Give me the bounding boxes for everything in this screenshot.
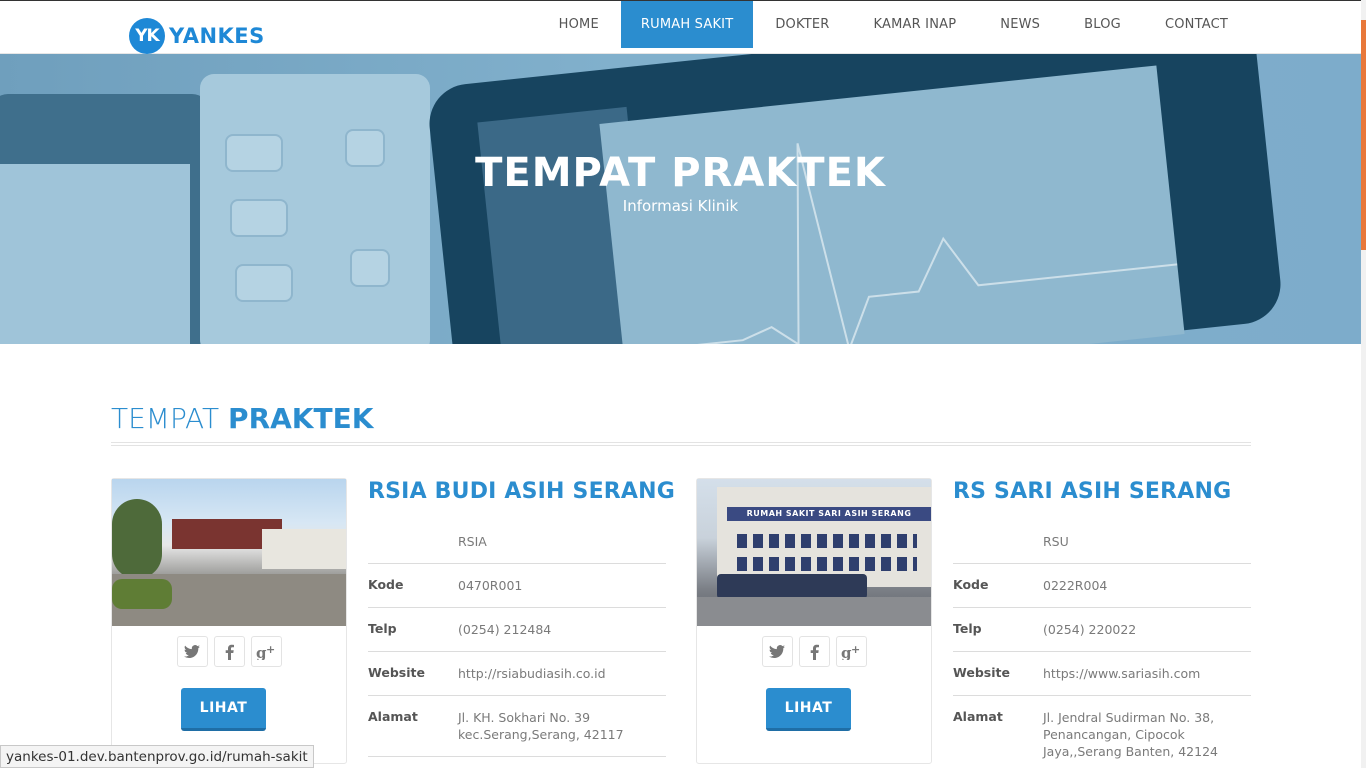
logo-text: YANKES — [169, 24, 265, 48]
scrollbar-thumb[interactable] — [1361, 20, 1366, 250]
twitter-icon[interactable] — [761, 636, 793, 667]
website-value: http://rsiabudiasih.co.id — [458, 666, 606, 681]
detail-row-telp: Telp (0254) 212484 — [368, 608, 666, 652]
website-label: Website — [953, 665, 1010, 680]
kode-value: 0222R004 — [1043, 578, 1108, 593]
svg-text:+: + — [851, 644, 860, 656]
hero-monitor-illustration — [0, 94, 210, 344]
website-label: Website — [368, 665, 425, 680]
site-logo[interactable]: YK YANKES — [129, 18, 265, 54]
hospital-card-1: g + LIHAT — [111, 478, 347, 764]
hero-title: TEMPAT PRAKTEK — [475, 150, 886, 196]
nav-kamar-inap[interactable]: KAMAR INAP — [852, 1, 979, 48]
hospital-type: RSU — [1043, 534, 1069, 549]
hospital-photo[interactable]: RUMAH SAKIT SARI ASIH SERANG — [697, 479, 931, 626]
hospital-type: RSIA — [458, 534, 487, 549]
nav-blog[interactable]: BLOG — [1062, 1, 1143, 48]
detail-row-type: RSIA — [368, 520, 666, 564]
nav-home[interactable]: HOME — [537, 1, 621, 48]
website-value: https://www.sariasih.com — [1043, 666, 1201, 681]
section-title-light: TEMPAT — [111, 402, 220, 435]
nav-news[interactable]: NEWS — [978, 1, 1062, 48]
detail-row-website: Website http://rsiabudiasih.co.id — [368, 652, 666, 696]
social-links: g + — [112, 636, 346, 667]
hospital-details: RSIA Kode 0470R001 Telp (0254) 212484 We… — [368, 520, 666, 757]
hospital-name[interactable]: RS SARI ASIH SERANG — [953, 476, 1251, 516]
hospital-card-2: RUMAH SAKIT SARI ASIH SERANG g + LIHAT — [696, 478, 932, 764]
detail-row-kode: Kode 0222R004 — [953, 564, 1251, 608]
detail-row-alamat: Alamat Jl. KH. Sokhari No. 39 kec.Serang… — [368, 696, 666, 757]
section-title: TEMPAT PRAKTEK — [111, 402, 373, 435]
telp-value: (0254) 212484 — [458, 622, 552, 637]
detail-row-kode: Kode 0470R001 — [368, 564, 666, 608]
hospital-name[interactable]: RSIA BUDI ASIH SERANG — [368, 476, 675, 516]
google-plus-icon[interactable]: g + — [835, 636, 867, 667]
main-nav: HOME RUMAH SAKIT DOKTER KAMAR INAP NEWS … — [537, 1, 1250, 48]
hospital-photo[interactable] — [112, 479, 346, 626]
telp-value: (0254) 220022 — [1043, 622, 1137, 637]
logo-badge: YK — [129, 18, 165, 54]
hospital-details: RSU Kode 0222R004 Telp (0254) 220022 Web… — [953, 520, 1251, 768]
hero-banner: TEMPAT PRAKTEK Informasi Klinik — [0, 54, 1361, 344]
page-scrollbar[interactable] — [1361, 0, 1366, 768]
svg-text:+: + — [266, 644, 275, 656]
section-divider — [111, 442, 1251, 446]
alamat-label: Alamat — [368, 709, 418, 724]
detail-row-alamat: Alamat Jl. Jendral Sudirman No. 38, Pena… — [953, 696, 1251, 768]
lihat-button[interactable]: LIHAT — [766, 688, 851, 731]
kode-label: Kode — [953, 577, 989, 592]
nav-contact[interactable]: CONTACT — [1143, 1, 1250, 48]
nav-rumah-sakit[interactable]: RUMAH SAKIT — [620, 1, 754, 48]
lihat-button[interactable]: LIHAT — [181, 688, 266, 731]
telp-label: Telp — [368, 621, 397, 636]
social-links: g + — [697, 636, 931, 667]
hero-subtitle: Informasi Klinik — [622, 197, 739, 215]
hospital-info-1: RSIA BUDI ASIH SERANG RSIA Kode 0470R001… — [368, 476, 675, 757]
detail-row-telp: Telp (0254) 220022 — [953, 608, 1251, 652]
site-header: YK YANKES HOME RUMAH SAKIT DOKTER KAMAR … — [0, 0, 1361, 54]
facebook-icon[interactable] — [798, 636, 830, 667]
kode-value: 0470R001 — [458, 578, 523, 593]
telp-label: Telp — [953, 621, 982, 636]
detail-row-website: Website https://www.sariasih.com — [953, 652, 1251, 696]
alamat-value: Jl. Jendral Sudirman No. 38, Penancangan… — [1043, 710, 1218, 759]
kode-label: Kode — [368, 577, 404, 592]
section-title-bold: PRAKTEK — [228, 402, 374, 435]
twitter-icon[interactable] — [176, 636, 208, 667]
nav-dokter[interactable]: DOKTER — [753, 1, 851, 48]
facebook-icon[interactable] — [213, 636, 245, 667]
alamat-value: Jl. KH. Sokhari No. 39 kec.Serang,Serang… — [458, 710, 624, 742]
hospital-info-2: RS SARI ASIH SERANG RSU Kode 0222R004 Te… — [953, 476, 1251, 768]
alamat-label: Alamat — [953, 709, 1003, 724]
photo-building-sign: RUMAH SAKIT SARI ASIH SERANG — [746, 509, 912, 518]
google-plus-icon[interactable]: g + — [250, 636, 282, 667]
detail-row-type: RSU — [953, 520, 1251, 564]
browser-status-url: yankes-01.dev.bantenprov.go.id/rumah-sak… — [0, 745, 314, 768]
